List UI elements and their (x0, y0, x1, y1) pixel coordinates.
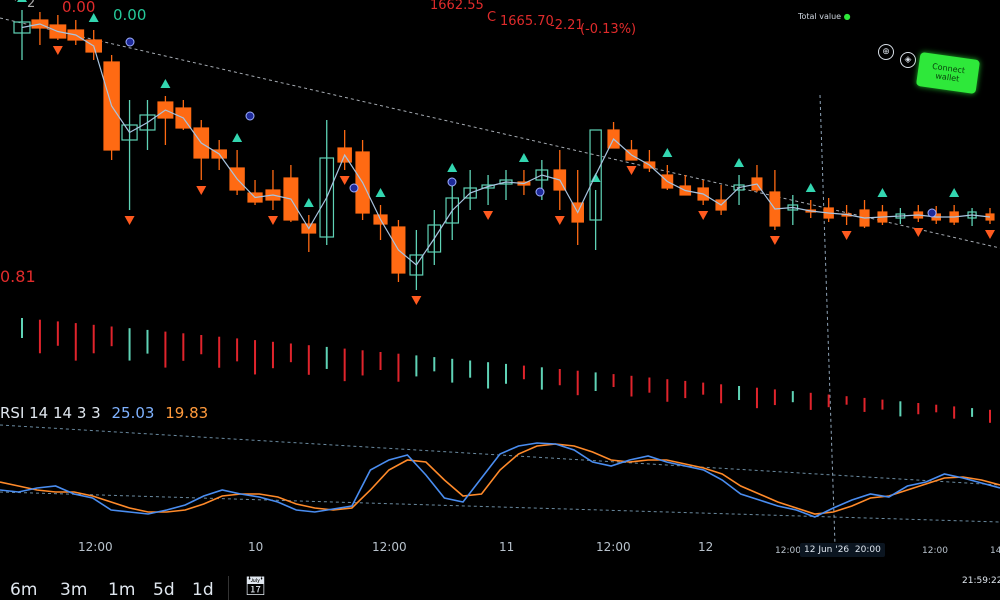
x-label-0: 12:00 (78, 540, 113, 554)
buy-marker-icon (877, 188, 888, 197)
buy-marker-icon (375, 188, 386, 197)
header-value-1: 0.00 (62, 0, 96, 16)
signal-dot-icon (245, 111, 255, 121)
trading-screen: ⌃ 2 0.00 0.00 1662.55 C 1665.70 -2.21 (-… (0, 0, 1000, 600)
open-price: 1662.55 (430, 0, 484, 13)
signal-dot-icon (349, 183, 359, 193)
x-label-6: 12:00 (775, 546, 801, 556)
sell-marker-icon (411, 296, 422, 305)
sell-marker-icon (913, 228, 924, 237)
x-label-1: 10 (248, 540, 264, 554)
total-value-text: Total value (798, 12, 842, 21)
sell-marker-icon (483, 211, 494, 220)
x-label-7: 12:00 (922, 546, 948, 556)
buy-marker-icon (734, 158, 745, 167)
crosshair-time: 20:00 (854, 545, 881, 555)
timeframe-1m[interactable]: 1m (108, 580, 135, 600)
sell-marker-icon (769, 236, 780, 245)
change-value: -2.21 (550, 18, 584, 33)
buy-marker-icon (447, 163, 458, 172)
crosshair-vertical (819, 94, 836, 546)
rsi-value-2: 19.83 (165, 404, 209, 422)
buy-marker-icon (518, 153, 529, 162)
sell-marker-icon (554, 216, 565, 225)
buy-marker-icon (662, 148, 673, 157)
sell-marker-icon (267, 216, 278, 225)
price-level-label: 0.81 (0, 267, 36, 286)
timeframe-6m[interactable]: 6m (10, 580, 37, 600)
price-chart[interactable] (0, 0, 1000, 600)
crosshair-date-text: 12 Jun '26 (804, 545, 850, 555)
sell-marker-icon (841, 231, 852, 240)
signal-dot-icon (535, 187, 545, 197)
buy-marker-icon (232, 133, 243, 142)
sell-marker-icon (626, 166, 637, 175)
x-label-2: 12:00 (372, 540, 407, 554)
header-marker-icon: ⌃ 2 (12, 0, 36, 11)
rsi-label: RSI 14 14 3 3 (0, 404, 101, 422)
sell-marker-icon (985, 230, 995, 239)
buy-marker-icon (949, 188, 960, 197)
clock: 21:59:22 (962, 576, 1000, 586)
signal-dot-icon (447, 177, 457, 187)
shield-icon[interactable]: ◈ (900, 52, 916, 68)
sell-marker-icon (339, 176, 350, 185)
change-percent: (-0.13%) (580, 22, 637, 37)
x-label-4: 12:00 (596, 540, 631, 554)
calendar-icon[interactable]: 📅︎ (244, 576, 267, 597)
close-label: C (487, 10, 497, 25)
sell-marker-icon (52, 46, 63, 55)
x-label-5: 12 (698, 540, 714, 554)
status-dot-icon: ● (843, 12, 851, 21)
buy-marker-icon (805, 183, 816, 192)
header-value-2: 0.00 (113, 6, 147, 24)
rsi-legend: RSI 14 14 3 3 25.03 19.83 (0, 404, 214, 422)
timeframe-5d[interactable]: 5d (153, 580, 175, 600)
buy-marker-icon (160, 79, 171, 88)
sell-marker-icon (124, 216, 135, 225)
signal-dot-icon (927, 208, 937, 218)
sell-marker-icon (196, 186, 207, 195)
timeframe-3m[interactable]: 3m (60, 580, 87, 600)
close-value: 1665.70 (500, 14, 554, 29)
rsi-value-1: 25.03 (111, 404, 155, 422)
timeframe-1d[interactable]: 1d (192, 580, 214, 600)
x-label-8: 14 (990, 546, 1000, 556)
signal-dot-icon (125, 37, 135, 47)
x-label-3: 11 (499, 540, 515, 554)
globe-icon[interactable]: ⊕ (878, 44, 894, 60)
buy-marker-icon (303, 198, 314, 207)
total-value-label: Total value ● (798, 12, 851, 21)
toolbar-divider (228, 576, 229, 600)
crosshair-date: 12 Jun '26 20:00 (800, 543, 885, 557)
sell-marker-icon (698, 211, 709, 220)
moving-average-line (21, 23, 991, 266)
